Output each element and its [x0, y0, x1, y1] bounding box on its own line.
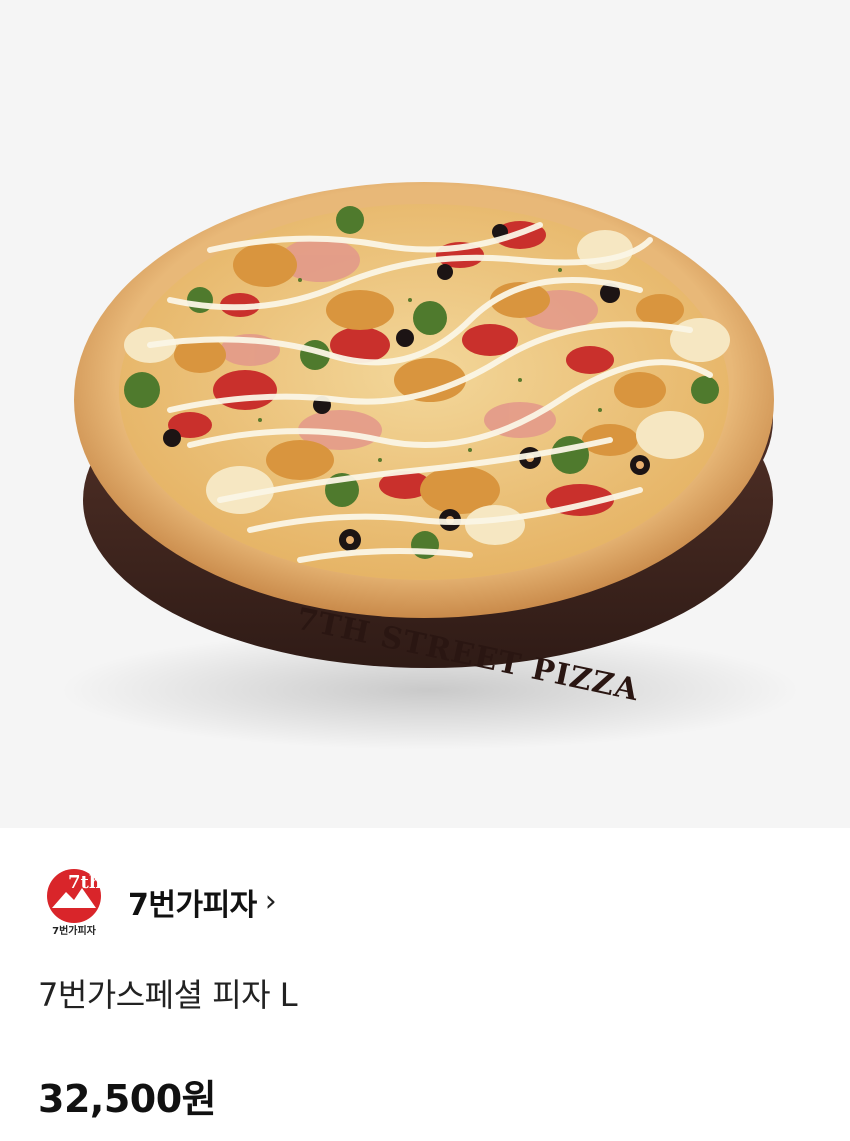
- logo-top-text: 7th: [68, 872, 102, 893]
- store-logo-icon: 7th 7번가피자: [47, 869, 102, 937]
- store-name[interactable]: 7번가피자: [128, 880, 257, 924]
- logo-bottom-text: 7번가피자: [52, 924, 97, 937]
- product-price: 32,500원: [38, 1077, 217, 1121]
- product-image[interactable]: 7TH STREET PIZZA: [0, 0, 850, 828]
- product-name: 7번가스페셜 피자 L: [38, 976, 298, 1014]
- pizza-illustration: 7TH STREET PIZZA: [60, 182, 800, 750]
- store-logo: 7th 7번가피자: [38, 866, 110, 938]
- chevron-right-icon: ›: [264, 883, 277, 919]
- product-info: 7th 7번가피자 7번가피자 › 7번가스페셜 피자 L 32,500원: [0, 828, 850, 1141]
- store-link[interactable]: 7th 7번가피자 7번가피자 ›: [38, 866, 277, 938]
